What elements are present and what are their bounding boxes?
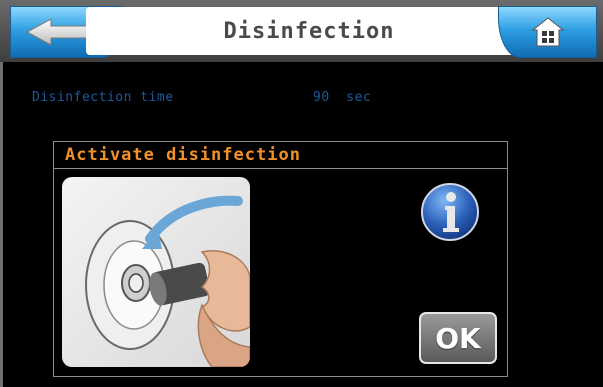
title-bar: Disinfection <box>86 7 532 55</box>
dialog-title: Activate disinfection <box>65 145 301 165</box>
connector-illustration <box>85 195 250 367</box>
disinfection-screen: Disinfection Disinfection time 90 sec Ac… <box>0 0 603 387</box>
ok-button[interactable]: OK <box>419 312 497 364</box>
activate-disinfection-dialog: Activate disinfection OK <box>53 141 508 377</box>
home-button[interactable] <box>498 6 597 58</box>
page-title: Disinfection <box>223 18 395 44</box>
disinfection-time-value: 90 sec <box>313 90 372 105</box>
header-bar: Disinfection <box>0 0 603 62</box>
disinfection-time-label: Disinfection time <box>32 90 174 105</box>
info-icon <box>421 183 479 241</box>
screen-border <box>0 60 3 387</box>
ok-button-label: OK <box>435 321 481 355</box>
disinfection-port-illustration <box>62 177 250 367</box>
dialog-title-bar: Activate disinfection <box>54 142 507 169</box>
home-icon <box>531 17 565 47</box>
